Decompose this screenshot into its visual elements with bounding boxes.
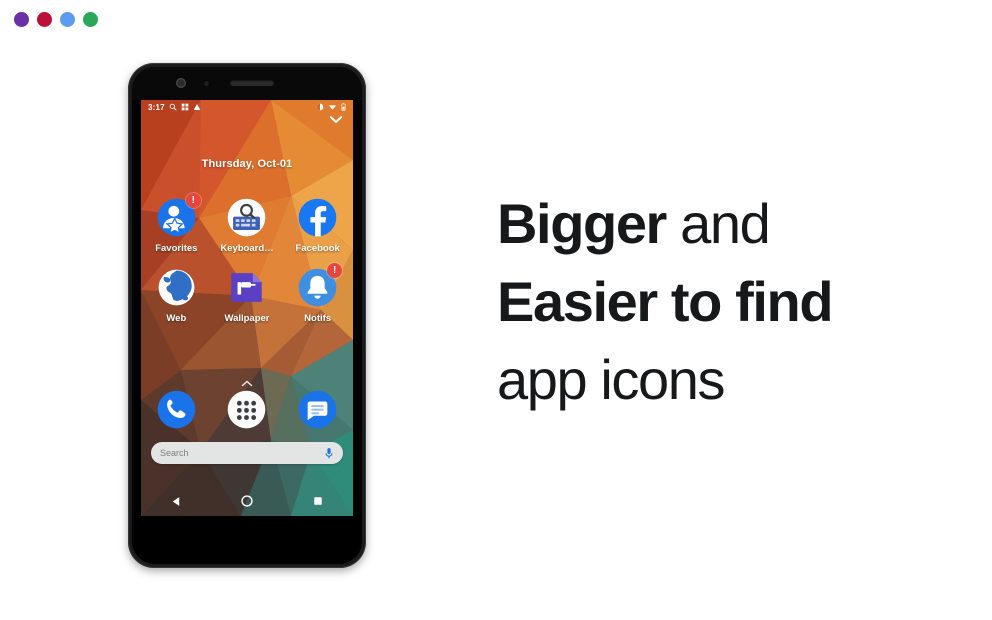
- recents-square-icon[interactable]: [312, 495, 324, 507]
- dot-blue[interactable]: [60, 12, 75, 27]
- phone-body: 3:17 Thursday, Oct-01 ! Favorites Keyboa…: [132, 67, 362, 564]
- status-bar: 3:17: [141, 100, 353, 114]
- status-clock: 3:17: [148, 102, 165, 112]
- chevron-down-icon[interactable]: [329, 115, 343, 124]
- app-favorites[interactable]: ! Favorites: [145, 193, 207, 254]
- keyboard-search-icon: [228, 198, 266, 237]
- battery-icon: [341, 103, 346, 111]
- window-dots: [14, 12, 98, 27]
- date-text: Thursday, Oct-01: [201, 158, 293, 170]
- status-badge: !: [327, 263, 343, 278]
- app-keyboard[interactable]: Keyboard…: [216, 196, 278, 254]
- dot-purple[interactable]: [14, 12, 29, 27]
- date-widget[interactable]: Thursday, Oct-01: [141, 154, 353, 172]
- app-icon-wrap: [225, 196, 268, 239]
- screen-ui-layer: 3:17 Thursday, Oct-01 ! Favorites Keyboa…: [141, 100, 353, 516]
- phone-bottom-bezel: [132, 516, 362, 564]
- app-facebook[interactable]: Facebook: [287, 196, 349, 254]
- globe-web-icon: [158, 269, 195, 306]
- status-bar-right: [316, 103, 346, 111]
- status-bar-left: 3:17: [148, 103, 201, 112]
- headline-line-1: Bigger and: [497, 196, 937, 252]
- dot-crimson[interactable]: [37, 12, 52, 27]
- app-icon-wrap: [296, 196, 339, 239]
- headline-line-3: app icons: [497, 348, 726, 411]
- earpiece-speaker: [230, 80, 274, 86]
- apps-grid-icon: [181, 103, 189, 111]
- phone-device: 3:17 Thursday, Oct-01 ! Favorites Keyboa…: [128, 63, 366, 568]
- phone-top-bezel: [132, 67, 362, 100]
- do-not-disturb-icon: [316, 103, 324, 111]
- dock: [141, 388, 353, 431]
- dock-app-drawer[interactable]: [225, 388, 268, 431]
- search-input[interactable]: Search: [160, 448, 324, 458]
- app-row-2: Web Wallpaper ! Notifs: [141, 263, 353, 324]
- facebook-icon: [298, 198, 337, 237]
- navigation-bar: [141, 486, 353, 516]
- front-camera-icon: [176, 78, 186, 88]
- chevron-up-icon: [241, 380, 253, 387]
- app-icon-wrap: !: [155, 193, 201, 239]
- phone-screen: 3:17 Thursday, Oct-01 ! Favorites Keyboa…: [141, 100, 353, 516]
- search-bar[interactable]: Search: [151, 442, 343, 464]
- app-label: Wallpaper: [224, 313, 270, 324]
- wallpaper-roller-icon: [231, 273, 263, 302]
- app-label: Facebook: [295, 243, 340, 254]
- app-drawer-dots-icon: [228, 390, 266, 429]
- app-notifs[interactable]: ! Notifs: [287, 263, 349, 324]
- app-row-1: ! Favorites Keyboard… Facebook: [141, 193, 353, 254]
- triangle-icon: [193, 104, 201, 110]
- headline-line-2: Easier to find: [497, 270, 834, 333]
- dot-green[interactable]: [83, 12, 98, 27]
- phone-handset-icon: [157, 390, 196, 429]
- app-icon-wrap: [155, 266, 198, 309]
- headline-bold-1: Bigger: [497, 192, 667, 255]
- headline: Bigger and Easier to find app icons: [497, 196, 937, 408]
- status-badge: !: [185, 193, 201, 208]
- app-label: Web: [166, 313, 187, 324]
- wifi-icon: [328, 105, 337, 110]
- app-web[interactable]: Web: [145, 266, 207, 324]
- app-label: Favorites: [155, 243, 198, 254]
- messages-bubble-icon: [298, 390, 337, 429]
- back-triangle-icon[interactable]: [170, 495, 183, 508]
- proximity-sensor-icon: [204, 81, 209, 86]
- search-icon: [169, 103, 177, 111]
- page-root: 3:17 Thursday, Oct-01 ! Favorites Keyboa…: [0, 0, 992, 620]
- home-circle-icon[interactable]: [240, 494, 254, 508]
- dock-phone-dialer[interactable]: [155, 388, 198, 431]
- app-grid: ! Favorites Keyboard… Facebook Web Wallp…: [141, 193, 353, 336]
- microphone-icon[interactable]: [324, 447, 334, 460]
- app-label: Keyboard…: [220, 243, 274, 254]
- dock-messages[interactable]: [296, 388, 339, 431]
- app-icon-wrap: [225, 266, 268, 309]
- app-label: Notifs: [304, 313, 332, 324]
- app-wallpaper[interactable]: Wallpaper: [216, 266, 278, 324]
- headline-regular-1: and: [665, 192, 771, 255]
- app-icon-wrap: !: [296, 263, 343, 309]
